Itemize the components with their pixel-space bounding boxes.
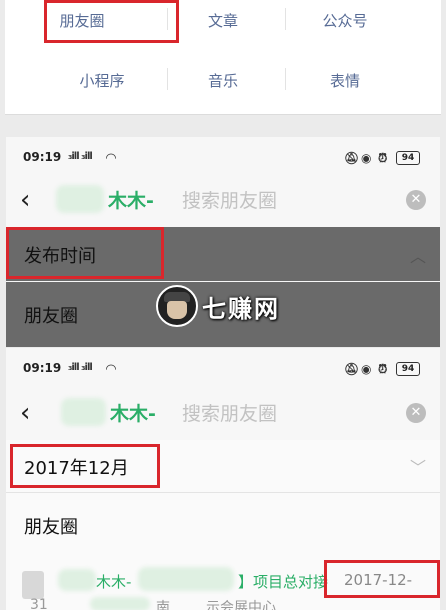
- status-bar: 09:19 ₃ill ₃ill ◠ 🔕︎ ◉ ⏰︎ 94: [6, 348, 440, 388]
- category-official-accounts[interactable]: 公众号: [285, 10, 405, 31]
- option-label: 朋友圈: [24, 306, 78, 327]
- result-date-cont: 31: [30, 597, 48, 610]
- blurred-text: [58, 569, 96, 591]
- status-time: 09:19: [23, 361, 62, 375]
- watermark-text: 七赚网: [202, 295, 280, 323]
- search-category-panel: 朋友圈 文章 公众号 小程序 音乐 表情: [5, 0, 441, 115]
- result-author: 木木-: [96, 573, 132, 591]
- section-header-moments: 朋友圈: [6, 493, 440, 553]
- clear-icon[interactable]: ✕: [406, 403, 426, 423]
- mute-icon: 🔕︎: [344, 362, 359, 376]
- highlight-box: [6, 227, 164, 279]
- clear-icon[interactable]: ✕: [406, 190, 426, 210]
- blurred-avatar: [61, 398, 106, 426]
- signal-icon: ₃ill ₃ill: [68, 362, 93, 373]
- search-input[interactable]: 搜索朋友圈: [182, 399, 277, 426]
- blurred-text: [90, 597, 150, 610]
- contact-filter-chip[interactable]: 木木-: [108, 186, 154, 213]
- sync-icon: ◉: [361, 151, 372, 165]
- chevron-down-icon: ﹀: [409, 458, 426, 477]
- search-nav-bar: ‹ 木木- 搜索朋友圈 ✕: [6, 179, 440, 219]
- highlight-box: [324, 560, 440, 598]
- section-label: 朋友圈: [24, 517, 78, 538]
- search-input[interactable]: 搜索朋友圈: [182, 186, 277, 213]
- wifi-icon: ◠: [106, 151, 116, 166]
- back-arrow-icon[interactable]: ‹: [20, 398, 30, 428]
- watermark-logo: 七赚网: [156, 285, 316, 327]
- blurred-avatar: [56, 185, 104, 213]
- highlight-box: [10, 444, 160, 488]
- alarm-icon: ⏰︎: [378, 362, 387, 376]
- status-bar: 09:19 ₃ill ₃ill ◠ 🔕︎ ◉ ⏰︎ 94: [6, 137, 440, 177]
- search-nav-bar: ‹ 木木- 搜索朋友圈 ✕: [6, 392, 440, 432]
- result-location: 示会展中心: [206, 600, 276, 610]
- highlight-box: [44, 0, 179, 43]
- alarm-icon: ⏰︎: [378, 151, 387, 165]
- category-articles[interactable]: 文章: [163, 10, 283, 31]
- result-thumbnail: [22, 571, 44, 599]
- mascot-icon: [156, 285, 198, 327]
- battery-icon: 94: [396, 151, 420, 165]
- chevron-up-icon: ︿: [409, 247, 426, 266]
- signal-icon: ₃ill ₃ill: [68, 151, 93, 162]
- contact-filter-chip[interactable]: 木木-: [110, 399, 156, 426]
- category-mini-programs[interactable]: 小程序: [42, 70, 162, 91]
- result-title: 】项目总对接: [238, 573, 329, 591]
- blurred-text: [138, 567, 234, 591]
- wifi-icon: ◠: [106, 362, 116, 377]
- back-arrow-icon[interactable]: ‹: [20, 185, 30, 215]
- category-stickers[interactable]: 表情: [285, 70, 405, 91]
- sync-icon: ◉: [361, 362, 372, 376]
- category-music[interactable]: 音乐: [163, 70, 283, 91]
- battery-icon: 94: [396, 362, 420, 376]
- mute-icon: 🔕︎: [344, 151, 359, 165]
- result-location-fragment: 南: [156, 600, 170, 610]
- screen-filter-result: 09:19 ₃ill ₃ill ◠ 🔕︎ ◉ ⏰︎ 94 ‹ 木木- 搜索朋友圈…: [6, 348, 440, 610]
- status-time: 09:19: [23, 150, 62, 164]
